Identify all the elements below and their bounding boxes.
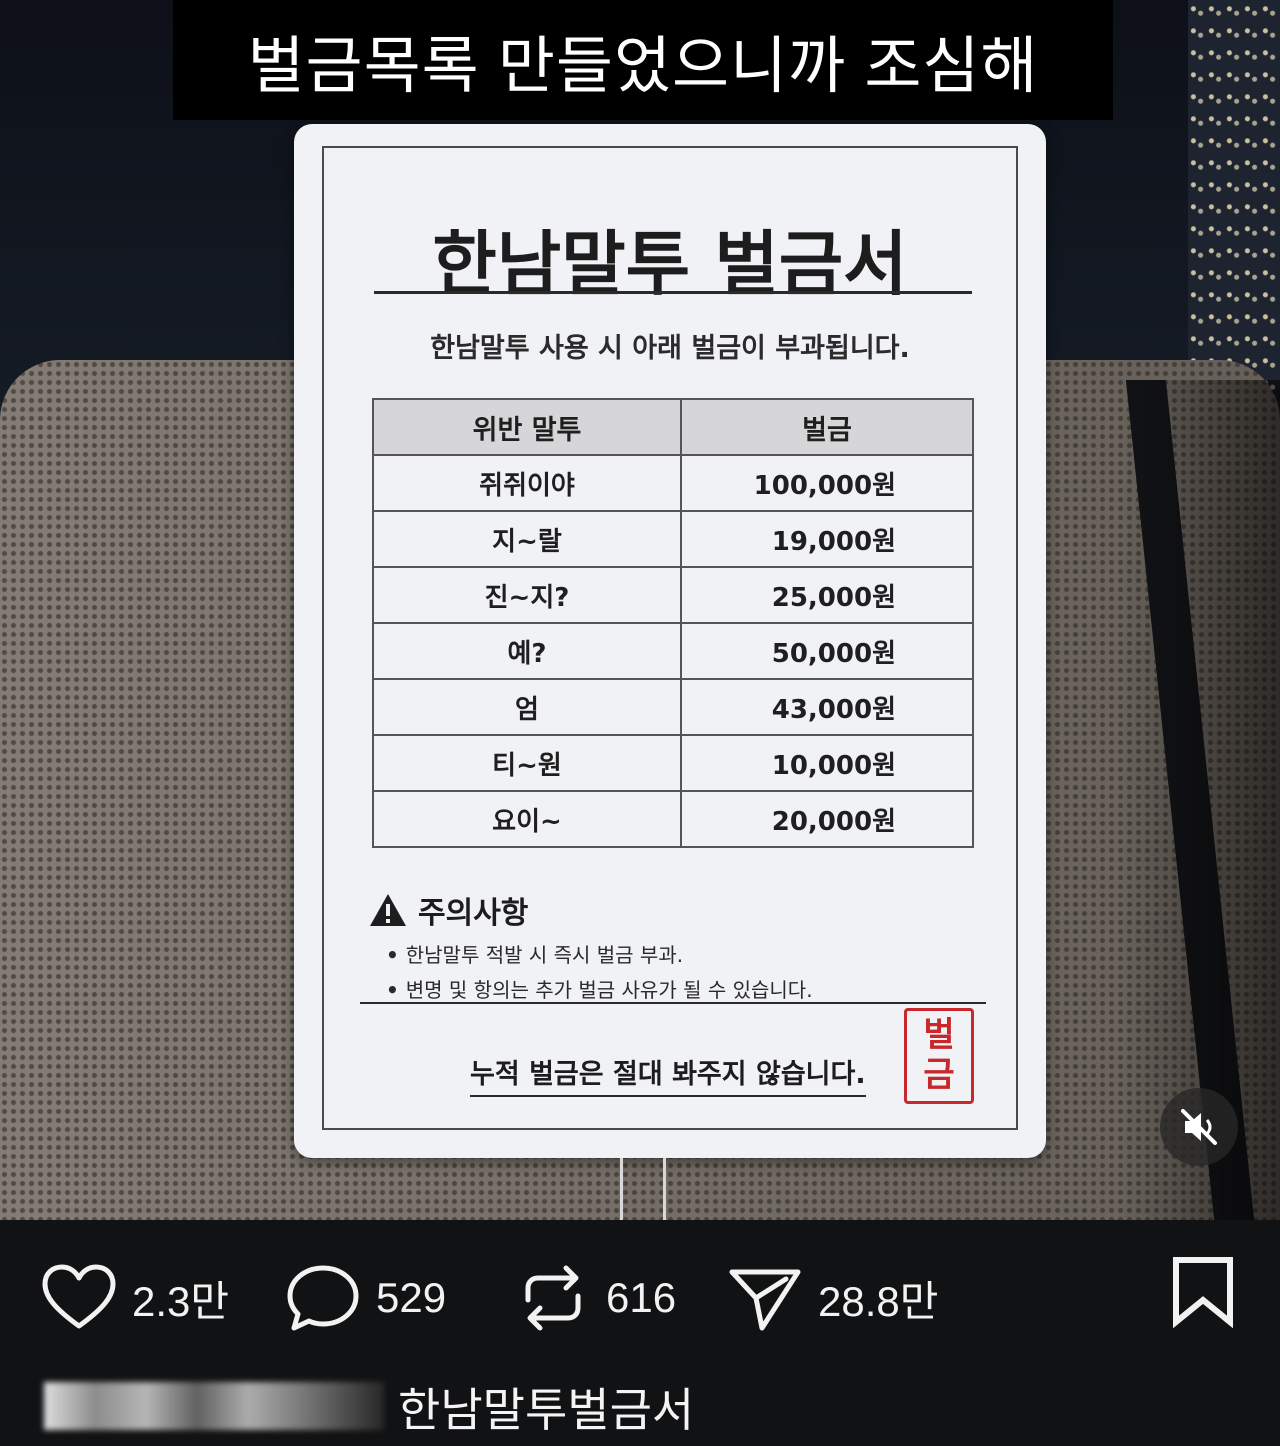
- fine-amount: 43,000원: [680, 678, 974, 736]
- violation-word: 엄: [372, 678, 682, 736]
- repost-button[interactable]: 616: [514, 1262, 676, 1334]
- post-caption-row: 한남말투벌금서: [0, 1370, 1280, 1440]
- fine-amount: 20,000원: [680, 790, 974, 848]
- stamp-char: 벌: [923, 1015, 955, 1055]
- violation-word: 쥐쥐이야: [372, 454, 682, 512]
- charging-cable: [620, 1158, 666, 1220]
- violation-word: 티~원: [372, 734, 682, 792]
- comment-bubble-icon: [287, 1265, 359, 1331]
- table-header-row: 위반 말투 벌금: [372, 398, 974, 456]
- fine-notice-paper: 한남말투 벌금서 한남말투 사용 시 아래 벌금이 부과됩니다. 위반 말투 벌…: [294, 124, 1046, 1158]
- header-fine: 벌금: [680, 398, 974, 456]
- table-row: 진~지? 25,000원: [372, 566, 974, 624]
- title-divider: [374, 291, 972, 294]
- heart-icon: [42, 1264, 116, 1329]
- footer-warning: 누적 벌금은 절대 봐주지 않습니다.: [470, 1052, 866, 1097]
- caution-item: 한남말투 적발 시 즉시 벌금 부과.: [386, 938, 813, 973]
- speaker-muted-icon: [1181, 1109, 1217, 1145]
- paper-frame: 한남말투 벌금서 한남말투 사용 시 아래 벌금이 부과됩니다. 위반 말투 벌…: [322, 146, 1018, 1130]
- fine-amount: 25,000원: [680, 566, 974, 624]
- footer-divider: [360, 1002, 986, 1004]
- violation-word: 요이~: [372, 790, 682, 848]
- fine-amount: 10,000원: [680, 734, 974, 792]
- comment-button[interactable]: 529: [284, 1262, 446, 1334]
- bookmark-icon[interactable]: [1170, 1256, 1236, 1328]
- warning-triangle-icon: [370, 894, 406, 926]
- blurred-username[interactable]: [44, 1382, 384, 1430]
- share-send-icon: [729, 1269, 801, 1331]
- stamp-char: 금: [923, 1055, 955, 1095]
- table-row: 쥐쥐이야 100,000원: [372, 454, 974, 512]
- background-building: [1188, 0, 1280, 390]
- like-button[interactable]: 2.3만: [40, 1262, 229, 1334]
- post-actions-bar: 2.3만 529 616 28.8만: [0, 1257, 1280, 1342]
- table-row: 티~원 10,000원: [372, 734, 974, 792]
- violation-word: 진~지?: [372, 566, 682, 624]
- violation-word: 예?: [372, 622, 682, 680]
- caution-list: 한남말투 적발 시 즉시 벌금 부과. 변명 및 항의는 추가 벌금 사유가 될…: [386, 938, 813, 1008]
- table-row: 엄 43,000원: [372, 678, 974, 736]
- share-count: 28.8만: [818, 1277, 939, 1325]
- table-row: 지~랄 19,000원: [372, 510, 974, 568]
- caution-heading: 주의사항: [368, 888, 528, 932]
- repost-icon: [525, 1265, 581, 1331]
- post-caption: 한남말투벌금서: [398, 1384, 695, 1436]
- mute-button[interactable]: [1160, 1088, 1238, 1166]
- overlay-caption: 벌금목록 만들었으니까 조심해: [173, 0, 1113, 120]
- table-row: 요이~ 20,000원: [372, 790, 974, 848]
- fine-amount: 19,000원: [680, 510, 974, 568]
- caution-title: 주의사항: [418, 896, 529, 931]
- red-stamp: 벌 금: [904, 1008, 974, 1104]
- table-row: 예? 50,000원: [372, 622, 974, 680]
- notice-subtitle: 한남말투 사용 시 아래 벌금이 부과됩니다.: [430, 333, 910, 364]
- repost-count: 616: [606, 1274, 677, 1321]
- fine-amount: 50,000원: [680, 622, 974, 680]
- post-media[interactable]: 벌금목록 만들었으니까 조심해 한남말투 벌금서 한남말투 사용 시 아래 벌금…: [0, 0, 1280, 1220]
- share-button[interactable]: 28.8만: [726, 1262, 938, 1334]
- violation-word: 지~랄: [372, 510, 682, 568]
- comment-count: 529: [376, 1274, 447, 1321]
- fine-table: 위반 말투 벌금 쥐쥐이야 100,000원 지~랄 19,000원 진~지?: [372, 398, 974, 848]
- fine-amount: 100,000원: [680, 454, 974, 512]
- like-count: 2.3만: [132, 1277, 230, 1325]
- header-violation: 위반 말투: [372, 398, 682, 456]
